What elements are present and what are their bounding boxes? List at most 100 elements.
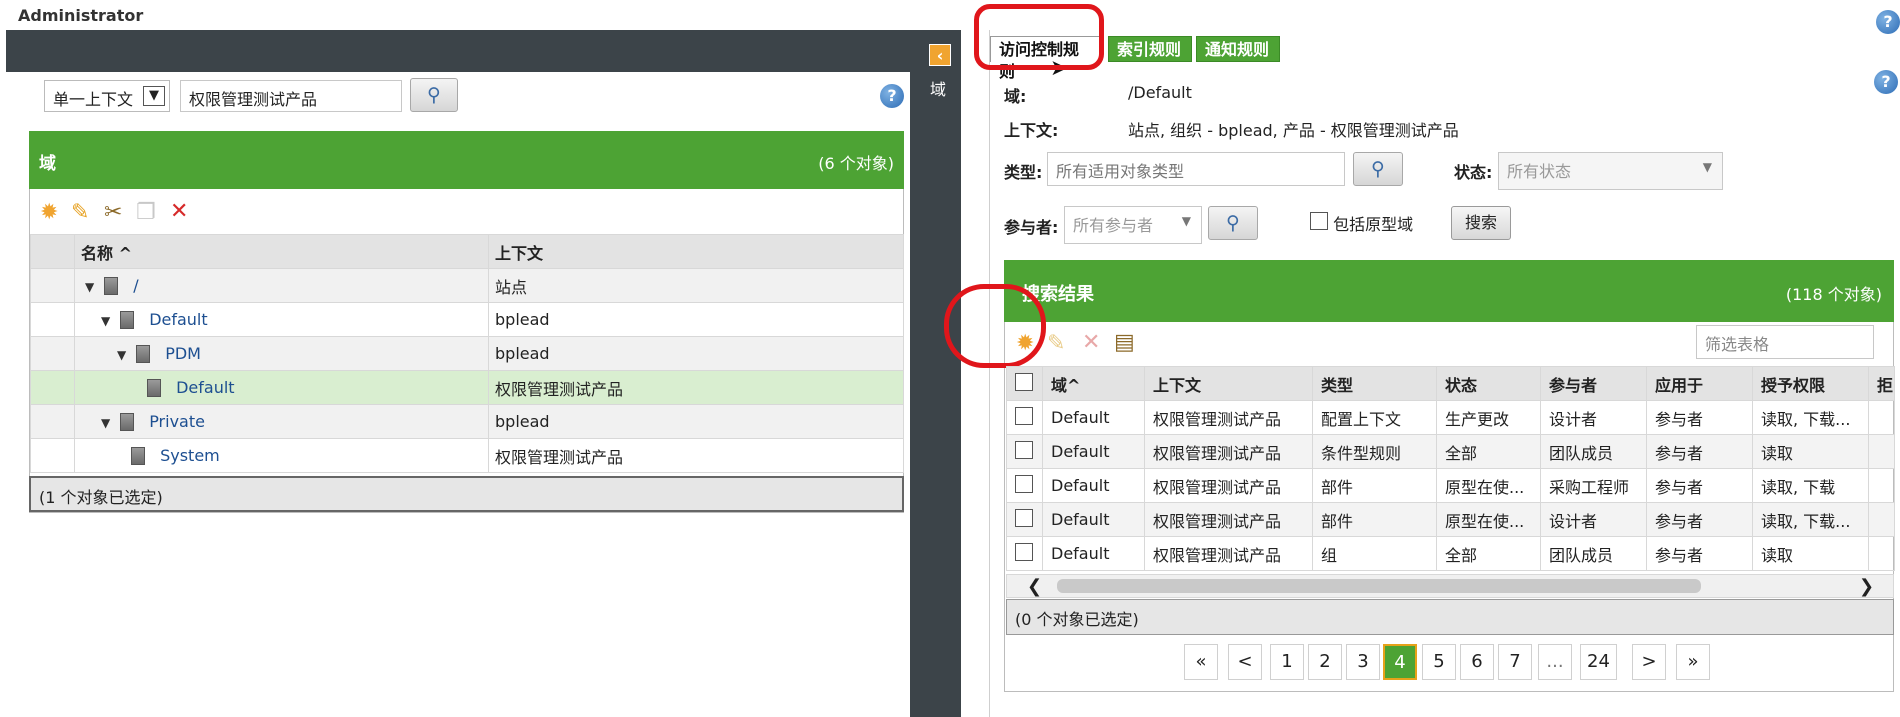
participant-cell: 团队成员 (1540, 536, 1647, 571)
participant-search-button[interactable]: ⚲ (1208, 206, 1258, 240)
table-row[interactable]: Default 权限管理测试产品 条件型规则 全部 团队成员 参与者 读取 (1006, 434, 1895, 469)
page-button-6[interactable]: 6 (1460, 644, 1494, 680)
scroll-right-icon[interactable]: ❯ (1859, 576, 1874, 597)
page-button-1[interactable]: 1 (1270, 644, 1304, 680)
table-row[interactable]: ▼ PDM bplead (30, 336, 904, 371)
state-select[interactable]: 所有状态 ▼ (1498, 152, 1723, 190)
state-column-header[interactable]: 状态 (1436, 366, 1541, 401)
collapse-arrow-icon[interactable]: ‹ (929, 44, 951, 66)
domain-icon (131, 447, 145, 466)
state-cell: 原型在使... (1436, 468, 1541, 503)
domain-column-header[interactable]: 域^ (1042, 366, 1145, 401)
participant-label: 参与者: (1004, 218, 1059, 237)
delete-icon[interactable]: ✕ (1082, 330, 1100, 356)
filter-table-input[interactable]: 筛选表格 (1696, 325, 1874, 359)
context-cell: 权限管理测试产品 (1144, 536, 1313, 571)
results-count: (118 个对象) (1785, 285, 1882, 304)
context-search-input[interactable]: 权限管理测试产品 (180, 80, 402, 112)
page-button-2[interactable]: 2 (1308, 644, 1342, 680)
page-button-7[interactable]: 7 (1498, 644, 1532, 680)
domain-link[interactable]: Default (149, 310, 207, 329)
name-column-header[interactable]: 名称 ^ (74, 234, 489, 269)
context-column-header[interactable]: 上下文 (1144, 366, 1313, 401)
table-row[interactable]: ▼ Default bplead (30, 302, 904, 337)
scrollbar-thumb[interactable] (1057, 579, 1701, 593)
horizontal-scrollbar[interactable]: ❮ ❯ (1006, 574, 1894, 598)
type-column-header[interactable]: 类型 (1312, 366, 1437, 401)
expand-triangle-icon[interactable]: ▼ (101, 416, 115, 430)
panel-divider (989, 30, 990, 717)
granted-permissions-column-header[interactable]: 授予权限 (1752, 366, 1869, 401)
results-selection-status: (0 个对象已选定) (1006, 599, 1894, 635)
row-checkbox[interactable] (1015, 440, 1033, 459)
results-table: 域^ 上下文 类型 状态 参与者 应用于 授予权限 拒 Default 权限管理… (1006, 366, 1895, 571)
paste-icon[interactable]: ❐ (136, 200, 156, 226)
permissions-cell: 读取, 下载... (1752, 400, 1869, 435)
expand-triangle-icon[interactable]: ▼ (85, 280, 99, 294)
row-checkbox[interactable] (1015, 508, 1033, 527)
edit-pencil-icon[interactable]: ✎ (71, 200, 89, 226)
table-row[interactable]: ▼ / 站点 (30, 268, 904, 303)
denied-permissions-column-header[interactable]: 拒 (1868, 366, 1895, 401)
table-row[interactable]: Default 权限管理测试产品 部件 原型在使... 设计者 参与者 读取, … (1006, 502, 1895, 537)
include-prototype-checkbox[interactable] (1310, 212, 1328, 230)
select-all-checkbox[interactable] (1015, 372, 1033, 391)
state-cell: 生产更改 (1436, 400, 1541, 435)
permissions-cell: 读取 (1752, 536, 1869, 571)
participant-column-header[interactable]: 参与者 (1540, 366, 1647, 401)
table-row[interactable]: ▼ Private bplead (30, 404, 904, 439)
context-cell: 权限管理测试产品 (488, 438, 904, 473)
row-checkbox[interactable] (1015, 474, 1033, 493)
tab-index-rules[interactable]: 索引规则 (1108, 36, 1192, 62)
participant-cell: 设计者 (1540, 400, 1647, 435)
context-column-header[interactable]: 上下文 (488, 234, 904, 269)
search-button[interactable]: ⚲ (410, 78, 458, 112)
table-row[interactable]: Default 权限管理测试产品 部件 原型在使... 采购工程师 参与者 读取… (1006, 468, 1895, 503)
domain-cell: Default (1042, 502, 1145, 537)
context-select[interactable]: 单一上下文 ▼ (44, 80, 170, 112)
help-icon[interactable]: ? (1874, 70, 1898, 94)
permissions-cell: 读取, 下载 (1752, 468, 1869, 503)
page-button-3[interactable]: 3 (1346, 644, 1380, 680)
cut-icon[interactable]: ✂ (104, 200, 122, 226)
table-row[interactable]: System 权限管理测试产品 (30, 438, 904, 473)
help-icon[interactable]: ? (1876, 10, 1900, 34)
row-checkbox[interactable] (1015, 542, 1033, 561)
expand-triangle-icon[interactable]: ▼ (101, 314, 115, 328)
table-row-selected[interactable]: Default 权限管理测试产品 (30, 370, 904, 405)
search-button[interactable]: 搜索 (1451, 206, 1511, 240)
type-search-button[interactable]: ⚲ (1353, 152, 1403, 186)
new-icon[interactable]: ✹ (40, 200, 58, 226)
strip-label: 域 (930, 80, 947, 99)
context-cell: 权限管理测试产品 (1144, 434, 1313, 469)
export-icon[interactable]: ▤ (1114, 330, 1135, 356)
type-label: 类型: (1004, 163, 1043, 182)
table-row[interactable]: Default 权限管理测试产品 配置上下文 生产更改 设计者 参与者 读取, … (1006, 400, 1895, 435)
row-checkbox[interactable] (1015, 406, 1033, 425)
applies-to-column-header[interactable]: 应用于 (1646, 366, 1753, 401)
type-input[interactable]: 所有适用对象类型 (1047, 152, 1345, 186)
scroll-left-icon[interactable]: ❮ (1027, 576, 1042, 597)
table-row[interactable]: Default 权限管理测试产品 组 全部 团队成员 参与者 读取 (1006, 536, 1895, 571)
page-button-5[interactable]: 5 (1422, 644, 1456, 680)
page-button-4-current[interactable]: 4 (1383, 644, 1417, 680)
expand-triangle-icon[interactable]: ▼ (117, 348, 131, 362)
page-button-24[interactable]: 24 (1580, 644, 1617, 680)
domain-link[interactable]: / (133, 276, 138, 295)
page-next-button[interactable]: > (1632, 644, 1666, 680)
page-first-button[interactable]: « (1184, 644, 1218, 680)
context-select-value: 单一上下文 (53, 90, 134, 109)
domain-link[interactable]: System (160, 446, 220, 465)
edit-pencil-icon[interactable]: ✎ (1047, 331, 1065, 357)
domain-link[interactable]: Default (176, 378, 234, 397)
page-prev-button[interactable]: < (1228, 644, 1262, 680)
tab-notification-rules[interactable]: 通知规则 (1196, 36, 1280, 62)
help-icon[interactable]: ? (880, 84, 904, 108)
domain-link[interactable]: PDM (165, 344, 201, 363)
domain-link[interactable]: Private (149, 412, 205, 431)
participant-select[interactable]: 所有参与者 ▼ (1064, 206, 1202, 244)
page-last-button[interactable]: » (1676, 644, 1710, 680)
delete-icon[interactable]: ✕ (170, 199, 188, 225)
domain-cell: Default (1042, 400, 1145, 435)
include-prototype-option[interactable]: 包括原型域 (1310, 211, 1413, 235)
